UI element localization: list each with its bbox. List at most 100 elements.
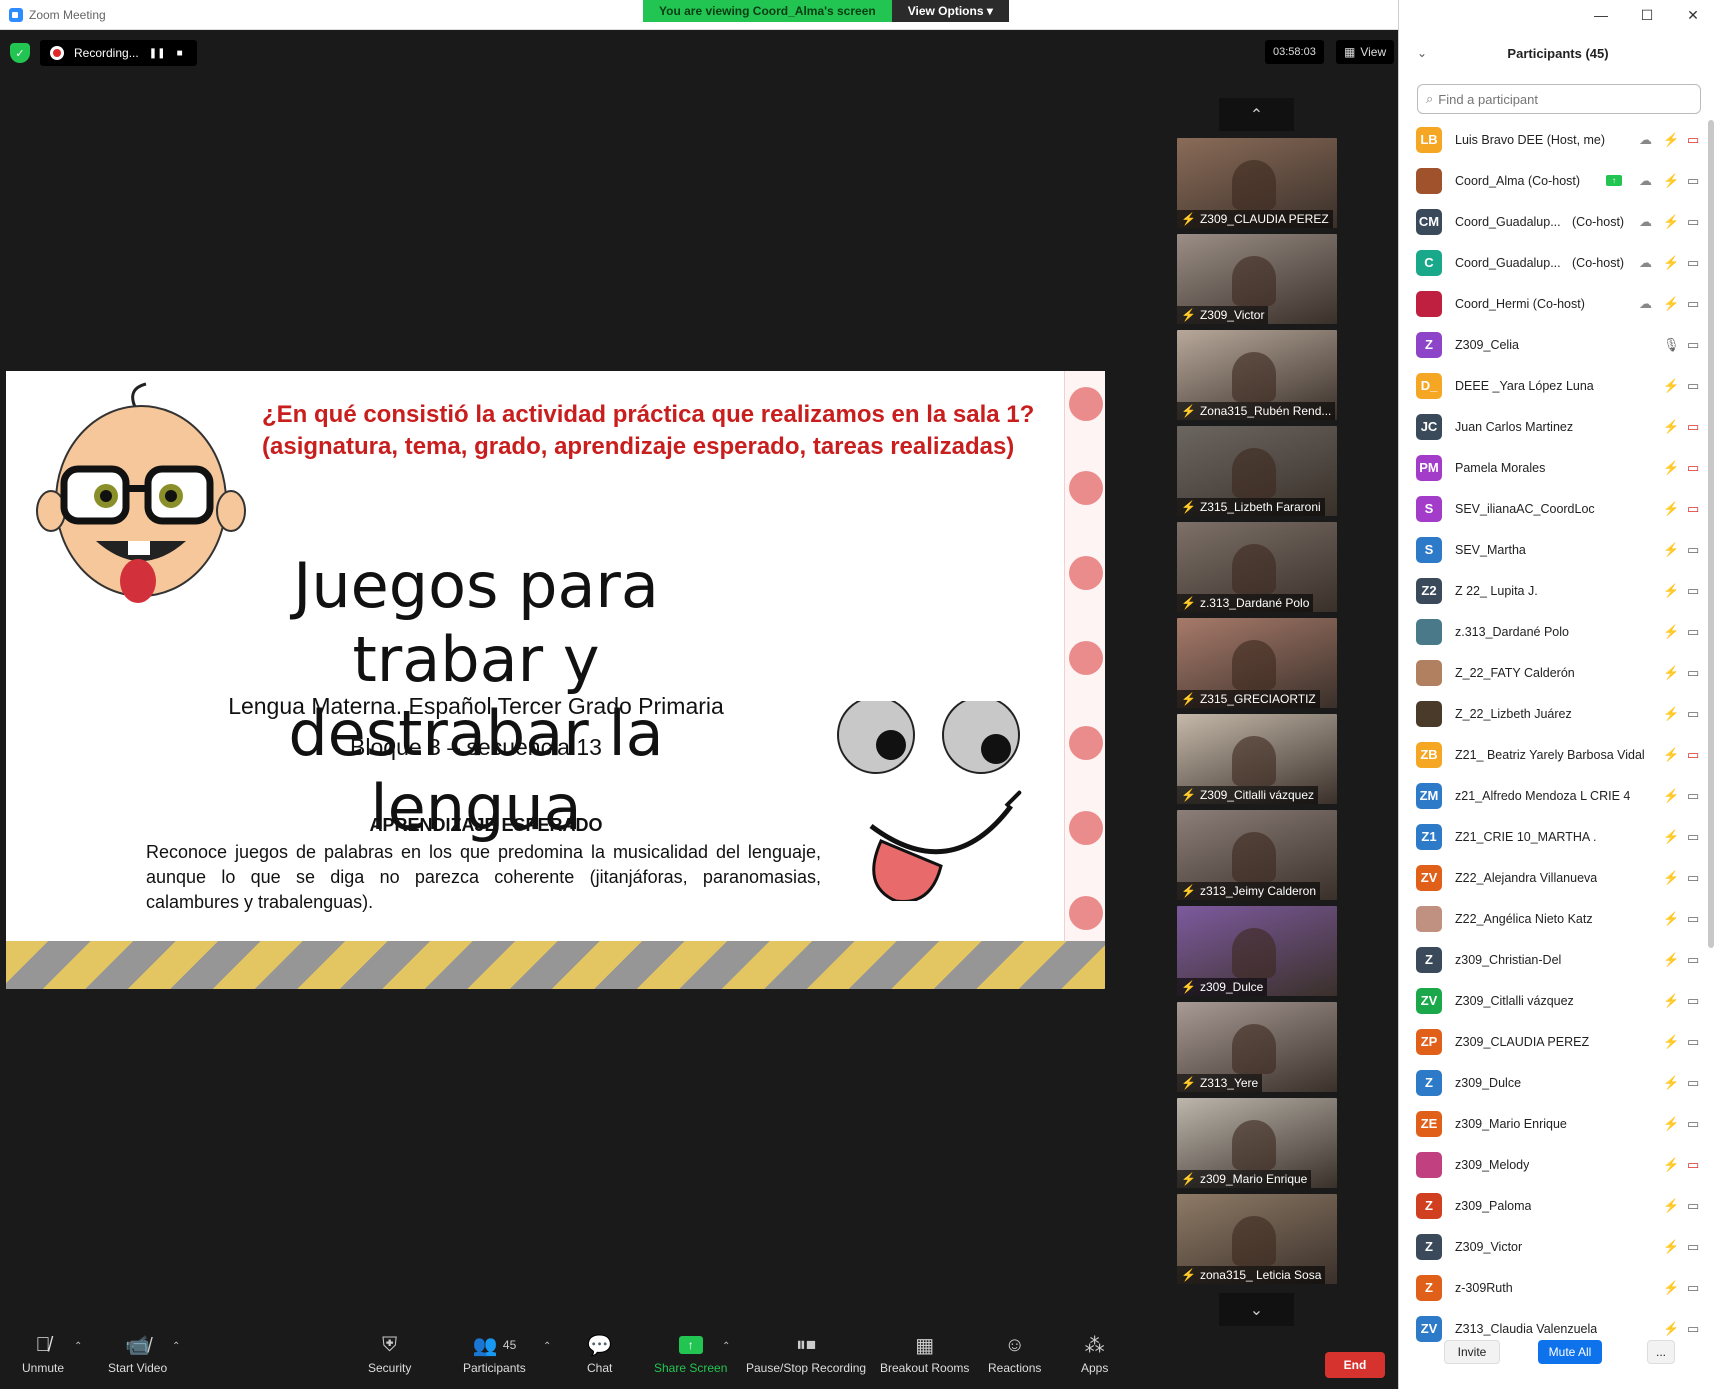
participant-row[interactable]: Zz309_Paloma ⚡ ▭ [1399,1185,1716,1226]
muted-mic-icon[interactable]: ⚡ [1663,173,1679,189]
participants-button[interactable]: 👥 45 Participants [463,1333,526,1376]
video-camera-icon[interactable]: ▭ [1687,1034,1699,1050]
muted-mic-icon[interactable]: ⚡ [1663,255,1679,271]
muted-mic-icon[interactable]: ⚡ [1663,1034,1679,1050]
participant-search-input[interactable] [1438,91,1679,107]
muted-mic-icon[interactable]: ⚡ [1663,501,1679,517]
video-camera-icon[interactable]: ▭ [1687,255,1699,271]
video-off-icon[interactable]: ▭ [1687,501,1699,517]
video-camera-icon[interactable]: ▭ [1687,706,1699,722]
video-camera-icon[interactable]: ▭ [1687,542,1699,558]
end-meeting-button[interactable]: End [1325,1352,1385,1378]
participant-row[interactable]: S SEV_Martha ⚡ ▭ [1399,529,1716,570]
video-camera-icon[interactable]: ▭ [1687,583,1699,599]
participant-row[interactable]: LB Luis Bravo DEE (Host, me) ☁ ⚡ ▭ [1399,119,1716,160]
muted-mic-icon[interactable]: ⚡ [1663,1321,1679,1337]
video-camera-icon[interactable]: ▭ [1687,173,1699,189]
video-tile[interactable]: ⚡ Z309_Citlalli vázquez [1177,714,1337,804]
participant-row[interactable]: Z_22_Lizbeth Juárez ⚡ ▭ [1399,693,1716,734]
participant-row[interactable]: Zz309_Christian-Del ⚡ ▭ [1399,939,1716,980]
muted-mic-icon[interactable]: ⚡ [1663,419,1679,435]
video-camera-icon[interactable]: ▭ [1687,624,1699,640]
share-options-chevron-icon[interactable]: ⌃ [722,1341,730,1352]
video-camera-icon[interactable]: ▭ [1687,1321,1699,1337]
video-tile[interactable]: ⚡ z.313_Dardané Polo [1177,522,1337,612]
video-tile[interactable]: ⚡ zona315_ Leticia Sosa [1177,1194,1337,1284]
video-off-icon[interactable]: ▭ [1687,132,1699,148]
muted-mic-icon[interactable]: ⚡ [1663,747,1679,763]
participant-row[interactable]: Z_22_FATY Calderón ⚡ ▭ [1399,652,1716,693]
video-camera-icon[interactable]: ▭ [1687,1280,1699,1296]
muted-mic-icon[interactable]: ⚡ [1663,542,1679,558]
mute-all-button[interactable]: Mute All [1538,1340,1602,1364]
share-screen-button[interactable]: ↑ Share Screen [654,1333,727,1375]
apps-button[interactable]: ⁂ Apps [1081,1333,1108,1376]
participant-row[interactable]: ZV Z22_Alejandra Villanueva ⚡ ▭ [1399,857,1716,898]
participant-row[interactable]: z.313_Dardané Polo ⚡ ▭ [1399,611,1716,652]
participant-row[interactable]: Zz-309Ruth ⚡ ▭ [1399,1267,1716,1308]
muted-mic-icon[interactable]: ⚡ [1663,214,1679,230]
pause-recording-icon[interactable]: ❚❚ [149,48,166,59]
muted-mic-icon[interactable]: ⚡ [1663,583,1679,599]
pause-stop-recording-button[interactable]: ⏸⏹ Pause/Stop Recording [746,1333,866,1376]
participant-row[interactable]: D_ DEEE _Yara López Luna ⚡ ▭ [1399,365,1716,406]
muted-mic-icon[interactable]: ⚡ [1663,378,1679,394]
start-video-button[interactable]: 📹̸ Start Video [108,1333,167,1376]
muted-mic-icon[interactable]: ⚡ [1663,706,1679,722]
reactions-button[interactable]: ☺ Reactions [988,1333,1041,1376]
view-layout-button[interactable]: ▦ View [1336,40,1395,64]
participant-row[interactable]: Zz309_Dulce ⚡ ▭ [1399,1062,1716,1103]
video-tile[interactable]: ⚡ Z315_GRECIAORTIZ [1177,618,1337,708]
muted-mic-icon[interactable]: ⚡ [1663,296,1679,312]
video-camera-icon[interactable]: ▭ [1687,993,1699,1009]
view-options-button[interactable]: View Options ▾ [891,0,1009,22]
muted-mic-icon[interactable]: ⚡ [1663,1239,1679,1255]
muted-mic-icon[interactable]: ⚡ [1663,132,1679,148]
video-tile[interactable]: ⚡ z309_Mario Enrique [1177,1098,1337,1188]
video-camera-icon[interactable]: ▭ [1687,870,1699,886]
participant-row[interactable]: ZB Z21_ Beatriz Yarely Barbosa Vidal ⚡ ▭ [1399,734,1716,775]
audio-options-chevron-icon[interactable]: ⌃ [74,1341,82,1352]
participant-row[interactable]: z309_Melody ⚡ ▭ [1399,1144,1716,1185]
muted-mic-icon[interactable]: ⚡ [1663,1280,1679,1296]
close-button[interactable]: ✕ [1670,0,1716,30]
video-off-icon[interactable]: ▭ [1687,747,1699,763]
muted-mic-icon[interactable]: ⚡ [1663,1075,1679,1091]
muted-mic-icon[interactable]: ⚡ [1663,624,1679,640]
chat-button[interactable]: 💬 Chat [587,1333,612,1376]
participant-row[interactable]: Z2 Z 22_ Lupita J. ⚡ ▭ [1399,570,1716,611]
video-camera-icon[interactable]: ▭ [1687,1075,1699,1091]
video-camera-icon[interactable]: ▭ [1687,952,1699,968]
gallery-scroll-up-button[interactable]: ⌃ [1219,98,1294,131]
participant-row[interactable]: Z Z309_Victor ⚡ ▭ [1399,1226,1716,1267]
video-tile[interactable]: ⚡ Z313_Yere [1177,1002,1337,1092]
participant-row[interactable]: ZV Z309_Citlalli vázquez ⚡ ▭ [1399,980,1716,1021]
participant-row[interactable]: S SEV_ilianaAC_CoordLoc ⚡ ▭ [1399,488,1716,529]
muted-mic-icon[interactable]: ⚡ [1663,952,1679,968]
participant-row[interactable]: C Coord_Guadalup... (Co-host) ☁ ⚡ ▭ [1399,242,1716,283]
participant-search[interactable]: ⌕ [1417,84,1701,114]
video-camera-icon[interactable]: ▭ [1687,911,1699,927]
stop-recording-icon[interactable]: ■ [173,48,187,59]
video-camera-icon[interactable]: ▭ [1687,829,1699,845]
video-camera-icon[interactable]: ▭ [1687,1239,1699,1255]
more-options-button[interactable]: ... [1647,1340,1675,1364]
security-shield-icon[interactable]: ✓ [10,43,30,63]
participant-row[interactable]: ZP Z309_CLAUDIA PEREZ ⚡ ▭ [1399,1021,1716,1062]
video-tile[interactable]: ⚡ Z309_Victor [1177,234,1337,324]
video-camera-icon[interactable]: ▭ [1687,1116,1699,1132]
video-camera-icon[interactable]: ▭ [1687,214,1699,230]
muted-mic-icon[interactable]: ⚡ [1663,1157,1679,1173]
participant-row[interactable]: ZE z309_Mario Enrique ⚡ ▭ [1399,1103,1716,1144]
participant-row[interactable]: Coord_Hermi (Co-host) ☁ ⚡ ▭ [1399,283,1716,324]
participant-row[interactable]: JC Juan Carlos Martinez ⚡ ▭ [1399,406,1716,447]
muted-mic-icon[interactable]: ⚡ [1663,1198,1679,1214]
video-camera-icon[interactable]: ▭ [1687,378,1699,394]
video-tile[interactable]: ⚡ z313_Jeimy Calderon [1177,810,1337,900]
participant-row[interactable]: PM Pamela Morales ⚡ ▭ [1399,447,1716,488]
participant-row[interactable]: Coord_Alma (Co-host) ↑ ☁ ⚡ ▭ [1399,160,1716,201]
video-off-icon[interactable]: ▭ [1687,419,1699,435]
video-camera-icon[interactable]: ▭ [1687,337,1699,353]
breakout-rooms-button[interactable]: ▦ Breakout Rooms [880,1333,969,1376]
video-camera-icon[interactable]: ▭ [1687,296,1699,312]
